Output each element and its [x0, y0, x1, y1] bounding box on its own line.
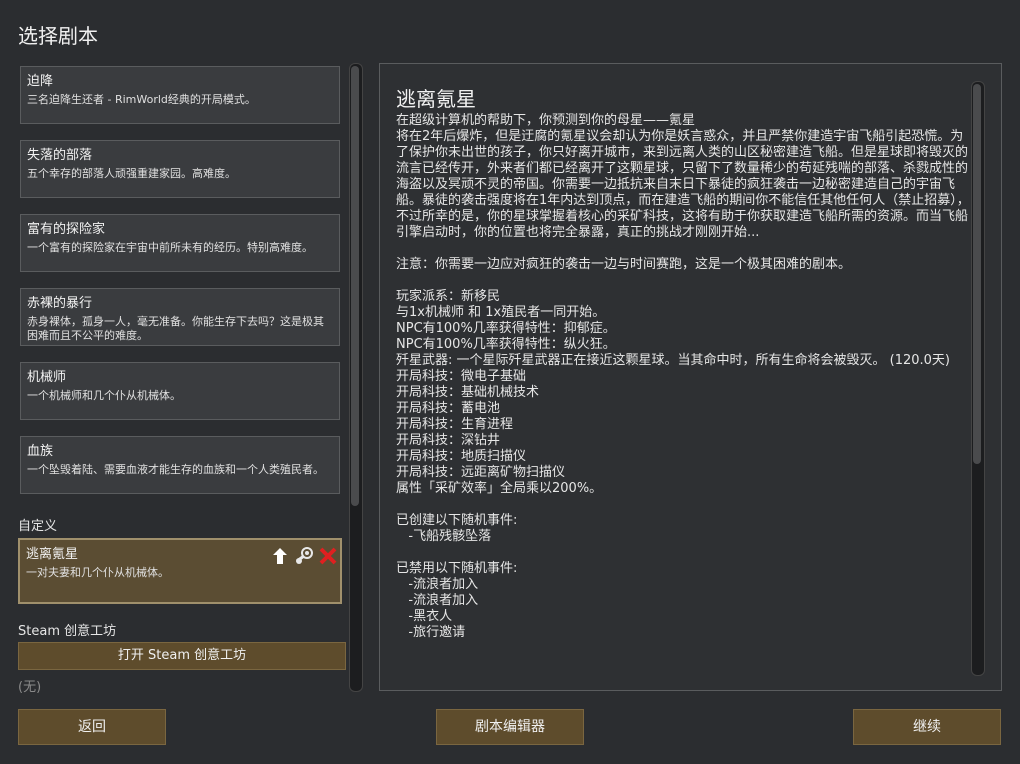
- scenario-desc: 赤身裸体，孤身一人，毫无准备。你能生存下去吗？这是极其困难而且不公平的难度。: [27, 315, 324, 342]
- detail-title: 逃离氪星: [396, 87, 476, 111]
- scenario-desc: 一个机械师和几个仆从机械体。: [27, 389, 181, 402]
- page-title: 选择剧本: [18, 24, 98, 48]
- open-steam-workshop-button[interactable]: 打开 Steam 创意工坊: [18, 642, 346, 670]
- scenario-desc: 一个坠毁着陆、需要血液才能生存的血族和一个人类殖民者。: [27, 463, 324, 476]
- scenario-desc: 三名迫降生还者 - RimWorld经典的开局模式。: [27, 93, 256, 106]
- steam-icon[interactable]: [294, 546, 314, 566]
- scenario-list-scrollbar[interactable]: [349, 63, 363, 692]
- continue-button[interactable]: 继续: [853, 709, 1001, 745]
- scenario-desc: 一个富有的探险家在宇宙中前所未有的经历。特别高难度。: [27, 241, 313, 254]
- scenario-name: 迫降: [27, 74, 54, 89]
- upload-arrow-icon[interactable]: [270, 546, 290, 566]
- scenario-name: 富有的探险家: [27, 222, 106, 237]
- scenario-name: 失落的部落: [27, 148, 93, 163]
- scenario-item[interactable]: 失落的部落 五个幸存的部落人顽强重建家园。高难度。: [20, 140, 340, 198]
- scenario-item[interactable]: 机械师 一个机械师和几个仆从机械体。: [20, 362, 340, 420]
- scenario-name: 血族: [27, 444, 54, 459]
- custom-section-label: 自定义: [18, 519, 58, 534]
- scenario-item-selected[interactable]: 逃离氪星 一对夫妻和几个仆从机械体。: [18, 538, 342, 604]
- back-button[interactable]: 返回: [18, 709, 166, 745]
- scrollbar-thumb[interactable]: [973, 84, 981, 464]
- detail-scrollbar[interactable]: [971, 81, 985, 676]
- detail-description: 在超级计算机的帮助下，你预测到你的母星——氪星 将在2年后爆炸，但是迂腐的氪星议…: [396, 113, 970, 640]
- scrollbar-thumb[interactable]: [351, 66, 359, 506]
- scenario-name: 赤裸的暴行: [27, 296, 93, 311]
- scenario-detail-panel: 逃离氪星 在超级计算机的帮助下，你预测到你的母星——氪星 将在2年后爆炸，但是迂…: [379, 63, 1002, 691]
- scenario-desc: 五个幸存的部落人顽强重建家园。高难度。: [27, 167, 236, 180]
- scenario-item[interactable]: 血族 一个坠毁着陆、需要血液才能生存的血族和一个人类殖民者。: [20, 436, 340, 494]
- scenario-editor-button[interactable]: 剧本编辑器: [436, 709, 584, 745]
- scenario-desc: 一对夫妻和几个仆从机械体。: [26, 566, 169, 579]
- scenario-item[interactable]: 赤裸的暴行 赤身裸体，孤身一人，毫无准备。你能生存下去吗？这是极其困难而且不公平…: [20, 288, 340, 346]
- delete-x-icon[interactable]: [318, 546, 338, 566]
- workshop-empty-label: (无): [18, 680, 42, 695]
- scenario-item[interactable]: 迫降 三名迫降生还者 - RimWorld经典的开局模式。: [20, 66, 340, 124]
- workshop-section-label: Steam 创意工坊: [18, 624, 117, 639]
- scenario-item[interactable]: 富有的探险家 一个富有的探险家在宇宙中前所未有的经历。特别高难度。: [20, 214, 340, 272]
- scenario-name: 机械师: [27, 370, 67, 385]
